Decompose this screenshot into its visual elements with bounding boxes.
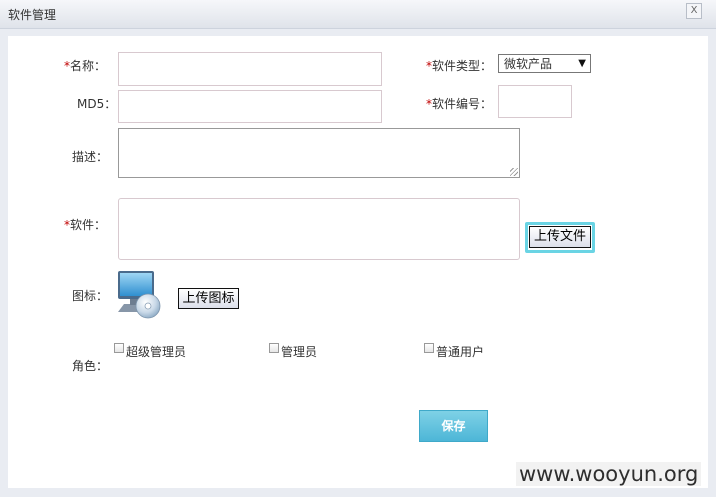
form-panel: *名称： *软件类型： 微软产品 ▼ MD5： *软件编号： 描述： *软件： … [8,36,708,488]
type-select[interactable]: 微软产品 ▼ [498,54,591,73]
resize-grip-icon[interactable] [510,168,518,176]
save-button[interactable]: 保存 [419,410,488,442]
upload-icon-button[interactable]: 上传图标 [178,288,239,309]
dropdown-arrow-icon: ▼ [578,58,586,69]
desc-label: 描述： [72,150,109,164]
name-label: *名称： [64,57,106,74]
dialog-title: 软件管理 [8,8,57,22]
upload-file-button[interactable]: 上传文件 [529,226,591,248]
software-management-dialog: 软件管理 X *名称： *软件类型： 微软产品 ▼ MD5： *软件编号： 描述… [0,0,716,497]
software-label: *软件： [64,216,106,233]
type-label-text: 软件类型： [432,59,493,73]
serial-input[interactable] [498,85,572,118]
dialog-titlebar: 软件管理 X [0,0,716,29]
role-label-super-admin: 超级管理员 [126,345,187,359]
name-input[interactable] [118,52,382,86]
role-label: 角色： [72,359,109,373]
serial-label-text: 软件编号： [432,97,493,111]
desc-textarea[interactable] [118,128,520,178]
role-label-user: 普通用户 [436,345,485,359]
watermark-text: www.wooyun.org [516,462,702,486]
role-checkbox-super-admin[interactable] [114,343,124,353]
close-button[interactable]: X [686,3,702,19]
type-label: *软件类型： [426,57,492,74]
role-checkbox-admin[interactable] [269,343,279,353]
computer-disc-icon [114,268,164,320]
icon-label: 图标： [72,289,109,303]
role-checkbox-user[interactable] [424,343,434,353]
md5-label: MD5： [77,97,117,111]
name-label-text: 名称： [70,59,107,73]
software-input[interactable] [118,198,520,260]
role-label-admin: 管理员 [281,345,318,359]
serial-label: *软件编号： [426,95,492,112]
software-label-text: 软件： [70,218,107,232]
type-select-value: 微软产品 [504,57,553,71]
md5-input[interactable] [118,90,382,123]
